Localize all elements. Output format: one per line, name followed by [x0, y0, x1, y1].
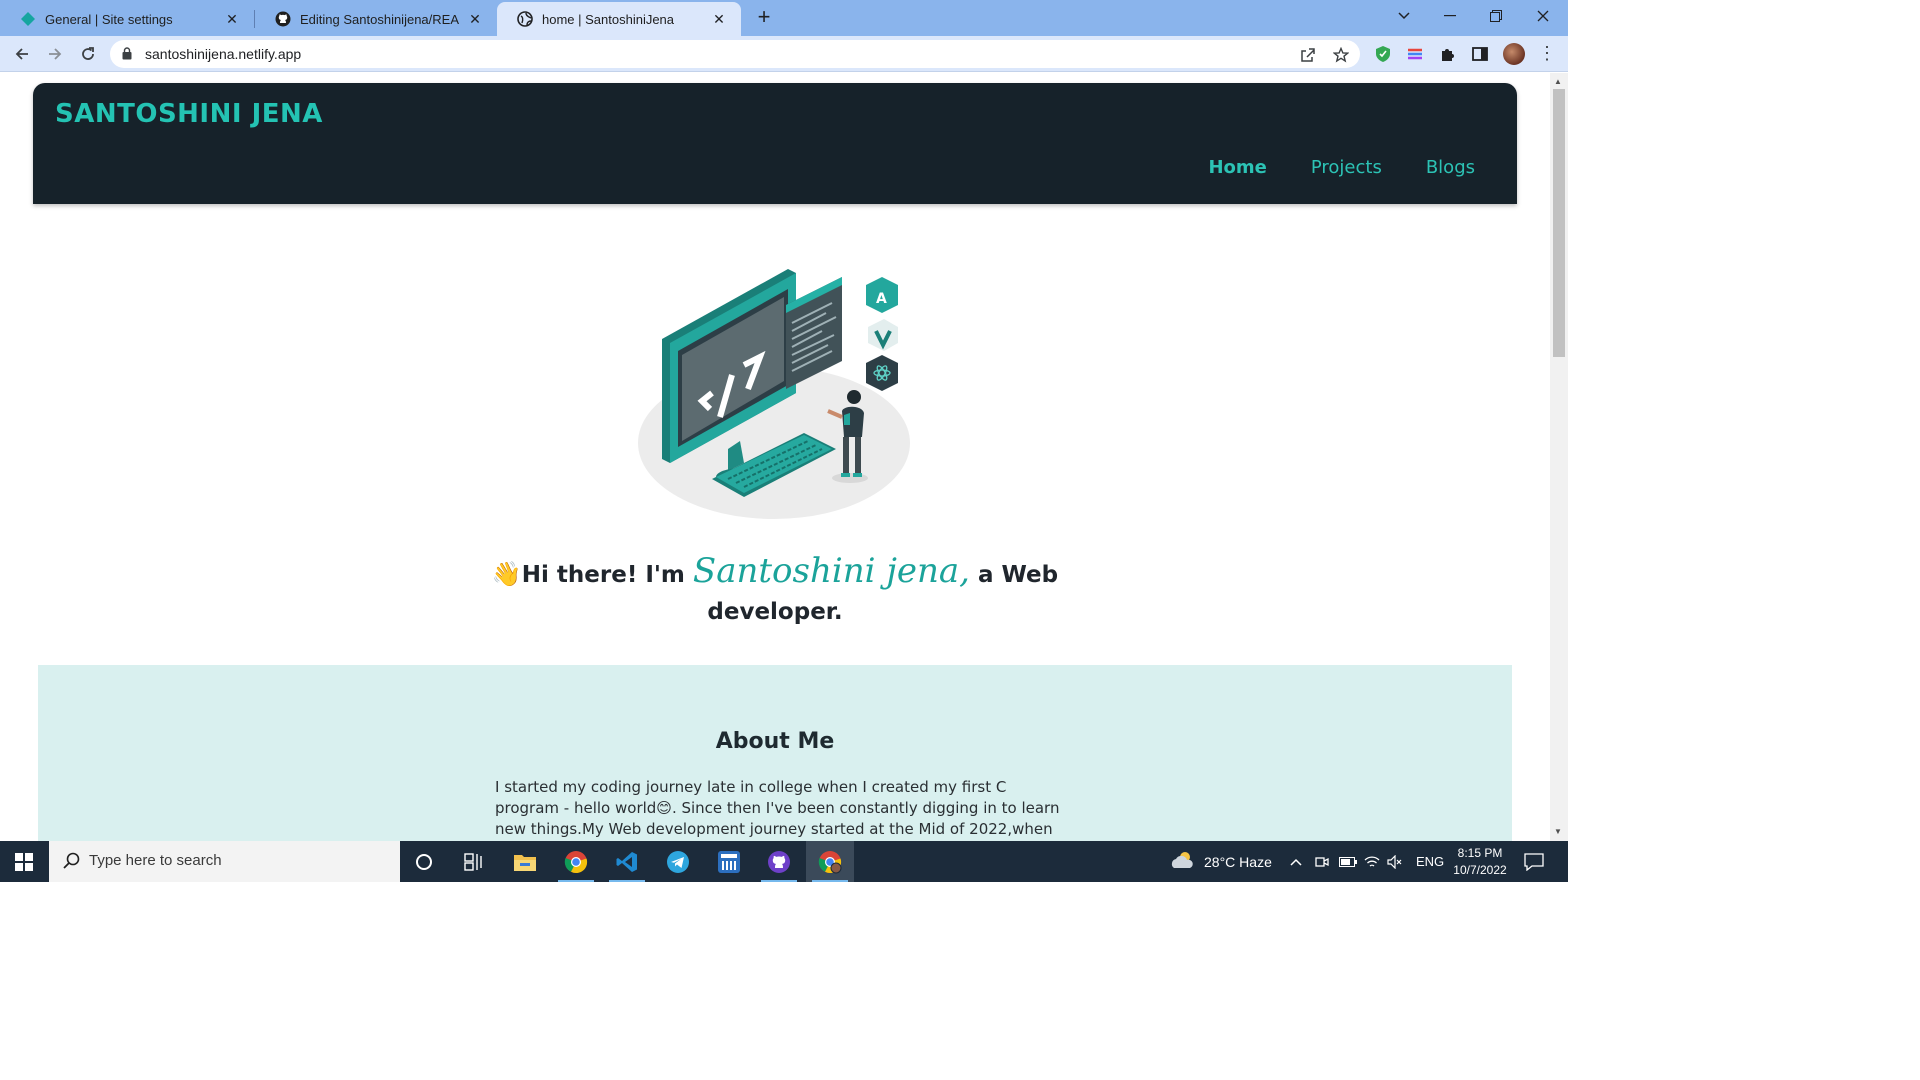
back-arrow-icon[interactable]: [8, 40, 36, 68]
about-text: I started my coding journey late in coll…: [495, 777, 1060, 841]
tab-github-readme[interactable]: Editing Santoshinijena/README.md ✕: [255, 2, 497, 36]
minimize-icon[interactable]: [1427, 0, 1473, 32]
about-heading: About Me: [715, 729, 835, 754]
tab-strip: General | Site settings ✕ Editing Santos…: [0, 0, 1568, 36]
forward-arrow-icon[interactable]: [41, 40, 69, 68]
close-window-icon[interactable]: [1520, 0, 1566, 32]
wifi-icon[interactable]: [1364, 841, 1380, 882]
site-header: SANTOSHINI JENA Home Projects Blogs: [33, 83, 1517, 204]
scroll-up-arrow-icon[interactable]: ▲: [1554, 77, 1562, 86]
search-icon: [63, 852, 81, 875]
nav-blogs[interactable]: Blogs: [1426, 157, 1475, 178]
new-tab-button[interactable]: +: [752, 6, 776, 30]
telegram-icon[interactable]: [654, 841, 702, 882]
site-brand[interactable]: SANTOSHINI JENA: [55, 99, 323, 129]
browser-toolbar: santoshinijena.netlify.app: [0, 36, 1568, 72]
file-explorer-icon[interactable]: [501, 841, 549, 882]
tab-site-settings[interactable]: General | Site settings ✕: [0, 2, 254, 36]
github-desktop-icon[interactable]: [755, 841, 803, 882]
battery-icon[interactable]: [1339, 841, 1357, 882]
share-icon[interactable]: [1299, 46, 1317, 64]
intro-greeting: Hi there! I'm: [521, 562, 685, 588]
taskbar-clock[interactable]: 8:15 PM 10/7/2022: [1448, 845, 1512, 879]
calculator-app-icon[interactable]: [705, 841, 753, 882]
shield-extension-icon[interactable]: [1374, 45, 1392, 63]
url-text: santoshinijena.netlify.app: [145, 46, 302, 62]
search-placeholder: Type here to search: [89, 852, 222, 869]
profile-avatar[interactable]: [1503, 43, 1525, 65]
intro-name: Santoshini jena,: [692, 551, 970, 591]
reload-icon[interactable]: [74, 40, 102, 68]
lock-icon: [122, 47, 132, 65]
developer-illustration: A: [638, 269, 910, 519]
restore-icon[interactable]: [1473, 0, 1519, 32]
address-bar[interactable]: santoshinijena.netlify.app: [110, 40, 1360, 68]
scroll-down-arrow-icon[interactable]: ▼: [1554, 827, 1562, 836]
tab-title: Editing Santoshinijena/README.md: [300, 11, 459, 27]
waving-hand-emoji: 👋: [491, 560, 522, 588]
notification-icon[interactable]: [1524, 841, 1544, 882]
kebab-menu-icon[interactable]: ⋮: [1538, 44, 1556, 64]
weather-widget[interactable]: 28°C Haze: [1170, 841, 1272, 882]
close-tab-icon[interactable]: ✕: [711, 11, 727, 27]
bookmark-star-icon[interactable]: [1332, 46, 1350, 64]
tab-search-icon[interactable]: [1381, 0, 1427, 32]
netlify-icon: [20, 11, 36, 27]
colorful-extension-icon[interactable]: [1406, 45, 1424, 63]
close-tab-icon[interactable]: ✕: [467, 11, 483, 27]
weather-text: 28°C Haze: [1204, 853, 1272, 870]
nav-projects[interactable]: Projects: [1311, 157, 1382, 178]
chrome-icon[interactable]: [552, 841, 600, 882]
show-hidden-icons-icon[interactable]: [1290, 841, 1302, 882]
cloud-weather-icon: [1170, 850, 1196, 873]
windows-start-icon[interactable]: [0, 841, 48, 882]
close-tab-icon[interactable]: ✕: [224, 11, 240, 27]
page-viewport: SANTOSHINI JENA Home Projects Blogs A 👋H…: [0, 73, 1550, 841]
clock-date: 10/7/2022: [1453, 863, 1507, 877]
puzzle-extensions-icon[interactable]: [1439, 45, 1457, 63]
site-nav: Home Projects Blogs: [1208, 157, 1475, 178]
taskbar-search-box[interactable]: Type here to search: [49, 841, 400, 882]
tab-title: General | Site settings: [45, 11, 173, 27]
task-view-icon[interactable]: [450, 841, 498, 882]
page-scrollbar[interactable]: ▲ ▼: [1550, 73, 1568, 841]
windows-taskbar: Type here to search 28°C Haze ENG 8:15 P…: [0, 841, 1568, 882]
speaker-muted-icon[interactable]: [1387, 841, 1403, 882]
about-section: About Me I started my coding journey lat…: [38, 665, 1512, 841]
globe-icon: [517, 11, 533, 27]
smiling-face-emoji: 😊: [656, 799, 672, 817]
language-indicator[interactable]: ENG: [1416, 841, 1444, 882]
vscode-icon[interactable]: [603, 841, 651, 882]
intro-heading: 👋Hi there! I'm Santoshini jena, a Web de…: [430, 553, 1120, 631]
svg-text:A: A: [876, 291, 887, 307]
clock-time: 8:15 PM: [1457, 846, 1503, 860]
tab-home-active[interactable]: home | SantoshiniJena ✕: [497, 2, 741, 36]
meet-now-icon[interactable]: [1315, 841, 1329, 882]
chrome-active-window-icon[interactable]: [806, 841, 854, 882]
cortana-icon[interactable]: [400, 841, 448, 882]
github-icon: [275, 11, 291, 27]
nav-home[interactable]: Home: [1208, 157, 1266, 178]
side-panel-icon[interactable]: [1471, 45, 1489, 63]
tab-title: home | SantoshiniJena: [542, 11, 675, 27]
scrollbar-thumb[interactable]: [1553, 89, 1565, 357]
